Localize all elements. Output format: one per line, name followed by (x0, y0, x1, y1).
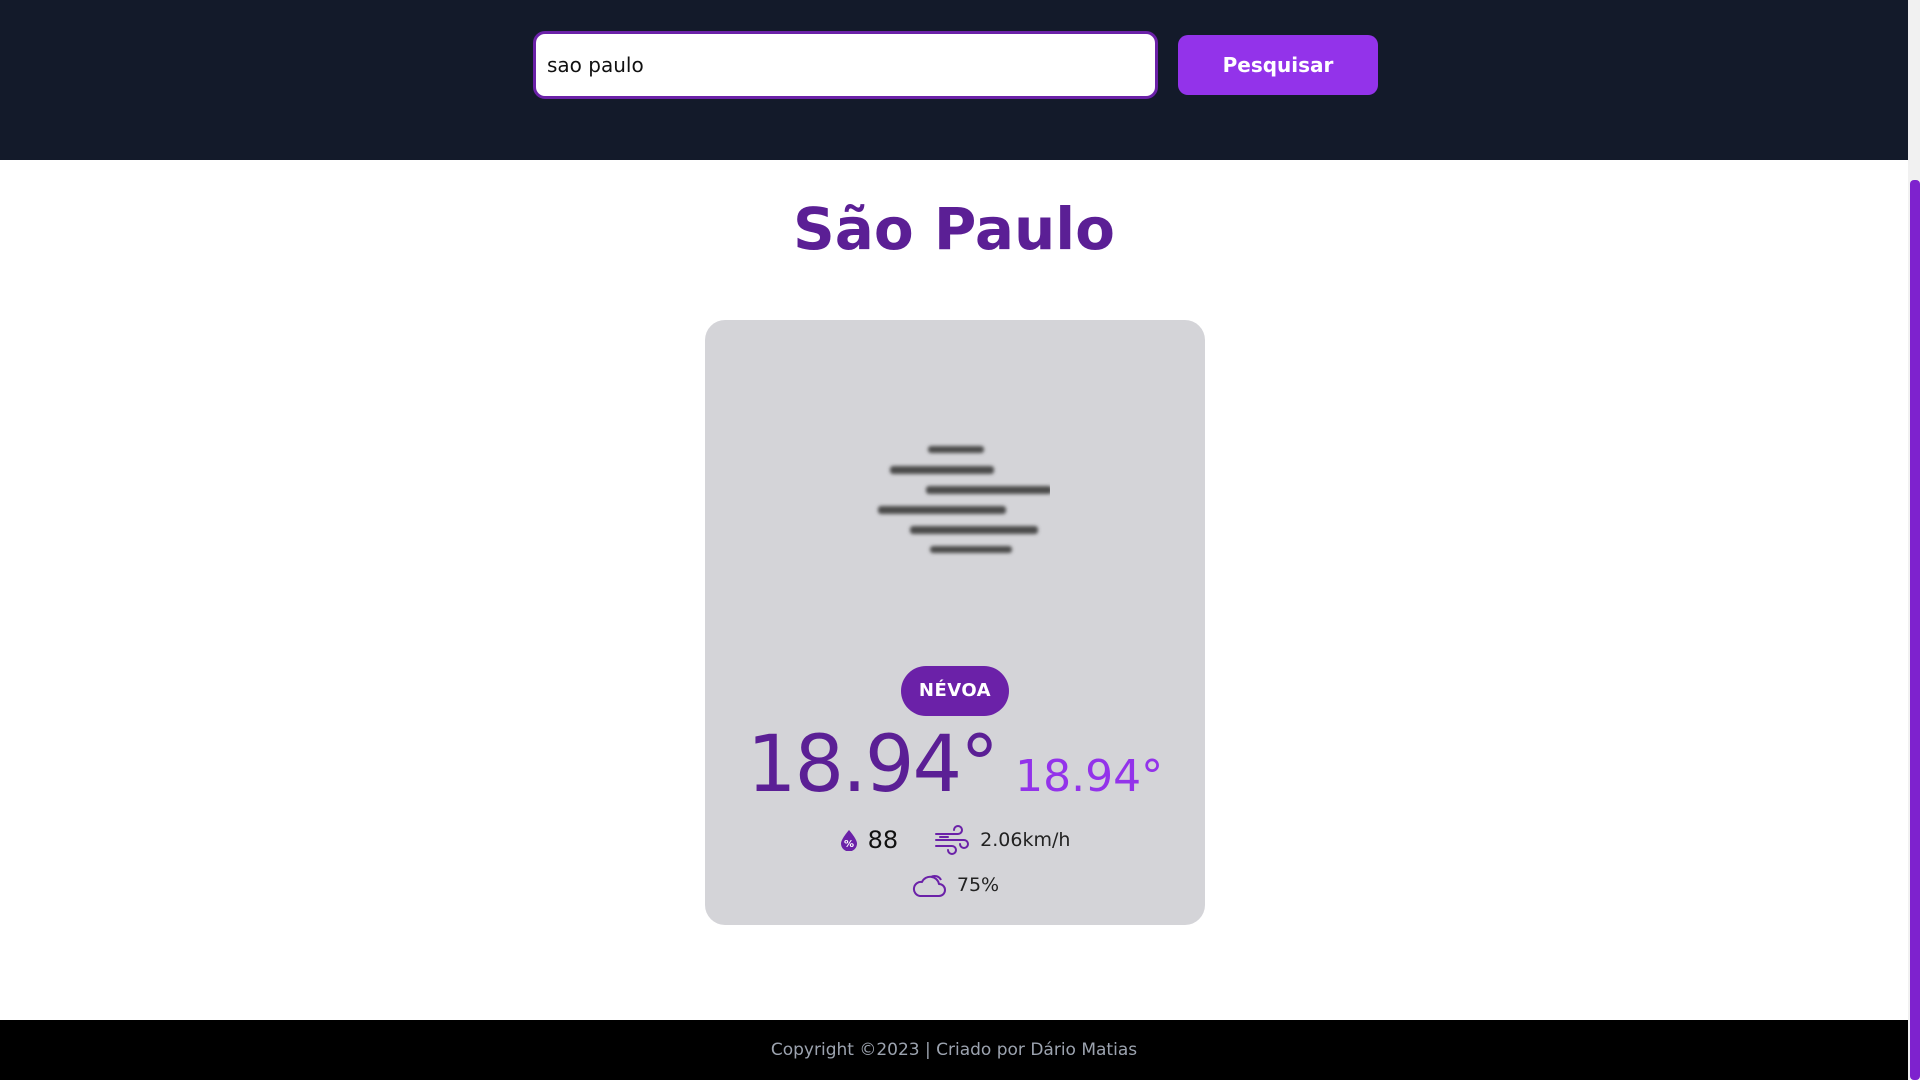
wind-icon (935, 825, 970, 855)
temperature-row: 18.94° 18.94° (705, 720, 1205, 810)
clouds-value: 75% (956, 874, 1000, 896)
condition-badge: NÉVOA (901, 666, 1009, 716)
cloud-icon (912, 874, 946, 897)
wind-stat: 2.06km/h (934, 825, 1070, 855)
clouds-stat: 75% (911, 871, 999, 899)
svg-text:%: % (844, 839, 854, 850)
weather-card: NÉVOA 18.94° 18.94° % 88 2.06km/h 75% (705, 320, 1205, 925)
footer: Copyright ©2023 | Criado por Dário Matia… (0, 1020, 1908, 1080)
humidity-drop-icon: % (840, 830, 857, 851)
stats-row: % 88 2.06km/h (705, 820, 1205, 860)
temperature-value: 18.94° (746, 720, 999, 810)
feels-like-value: 18.94° (1015, 751, 1164, 802)
header: Pesquisar (0, 0, 1908, 160)
city-title: São Paulo (792, 195, 1116, 263)
stats-row-2: 75% (705, 865, 1205, 905)
scrollbar-thumb[interactable] (1910, 180, 1920, 1080)
search-input[interactable] (533, 31, 1158, 99)
weather-page: Pesquisar São Paulo NÉVOA 18.94° 18.94° (0, 0, 1920, 1080)
humidity-value: 88 (867, 826, 899, 854)
humidity-stat: % 88 (840, 826, 899, 854)
search-button[interactable]: Pesquisar (1178, 35, 1378, 95)
mist-icon (878, 446, 1050, 553)
wind-value: 2.06km/h (980, 829, 1071, 851)
